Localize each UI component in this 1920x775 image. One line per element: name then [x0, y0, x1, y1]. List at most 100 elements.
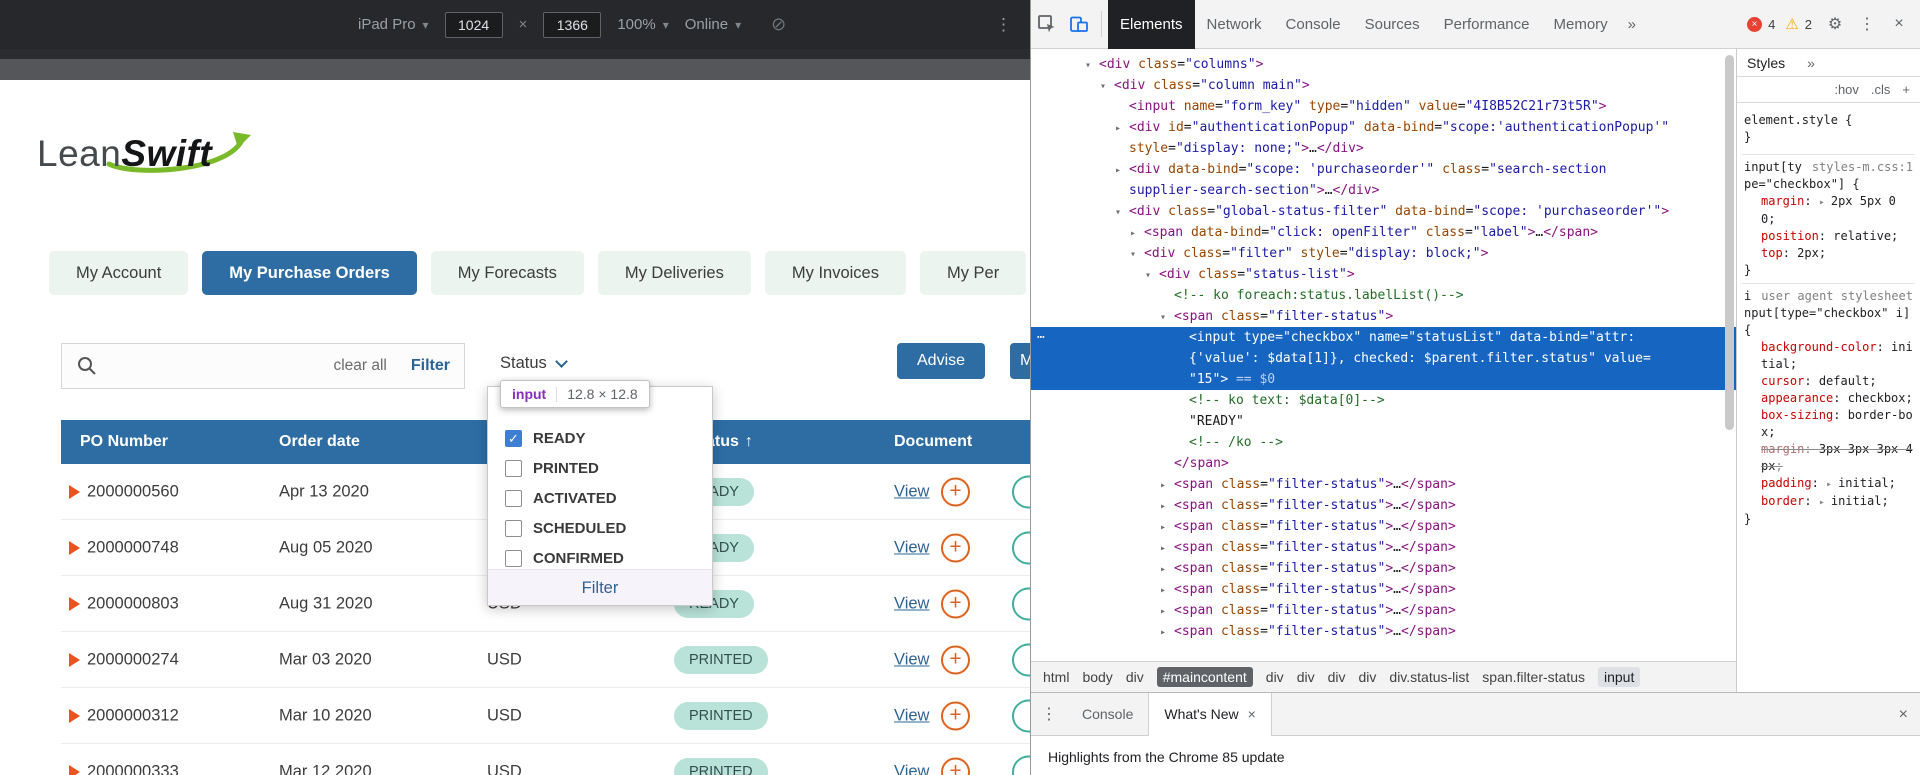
dom-tree-line[interactable]: ▸ <span class="filter-status">…</span> [1031, 537, 1736, 558]
expand-arrow-icon[interactable]: ▸ [1115, 160, 1129, 180]
add-icon[interactable] [941, 589, 970, 618]
devtools-menu-icon[interactable] [1854, 14, 1880, 34]
more-sidebar-tabs-icon[interactable] [1807, 55, 1815, 71]
new-style-rule-button[interactable]: + [1902, 82, 1910, 97]
status-option-activated[interactable]: ACTIVATED [505, 483, 704, 513]
breadcrumb-item-div-status-list[interactable]: div.status-list [1389, 669, 1469, 685]
status-option-scheduled[interactable]: SCHEDULED [505, 513, 704, 543]
nav-tab-my-account[interactable]: My Account [49, 251, 189, 295]
css-property-position[interactable]: position: relative; [1744, 228, 1913, 245]
status-filter-toggle[interactable]: Status [500, 354, 568, 373]
row-action-circle-icon[interactable] [1012, 699, 1030, 732]
scrollbar[interactable] [1725, 55, 1734, 430]
dom-tree-line[interactable]: ▾ <span class="filter-status"> [1031, 306, 1736, 327]
nav-tab-my-per[interactable]: My Per [919, 251, 1027, 295]
element-classes-button[interactable]: .cls [1871, 82, 1891, 97]
breadcrumb-item-html[interactable]: html [1043, 669, 1069, 685]
breadcrumb-item-div[interactable]: div [1266, 669, 1284, 685]
breadcrumb-item-div[interactable]: div [1328, 669, 1346, 685]
device-type-select[interactable]: iPad Pro [358, 16, 429, 33]
add-icon[interactable] [941, 701, 970, 730]
apply-filter-button[interactable]: Filter [488, 569, 712, 605]
css-property-margin[interactable]: margin: ▸ 2px 5px 0 0; [1744, 193, 1913, 228]
inspect-element-icon[interactable] [1031, 14, 1063, 34]
warning-icon[interactable] [1785, 15, 1798, 33]
drawer-tab-console[interactable]: Console [1067, 693, 1148, 736]
device-toolbar-menu-icon[interactable] [995, 15, 1012, 35]
toggle-element-state-button[interactable]: :hov [1834, 82, 1859, 97]
view-link[interactable]: View [894, 594, 929, 613]
add-icon[interactable] [941, 757, 970, 775]
dom-tree-line[interactable]: ▸ <span data-bind="click: openFilter" cla… [1031, 222, 1736, 243]
css-property-appearance[interactable]: appearance: checkbox; [1744, 390, 1913, 407]
element-style-rule[interactable]: element.style { } [1742, 108, 1915, 154]
collapse-arrow-icon[interactable]: ▾ [1085, 55, 1099, 75]
css-property-margin[interactable]: margin: 3px 3px 3px 4px; [1744, 441, 1913, 475]
view-link[interactable]: View [894, 538, 929, 557]
error-badge-icon[interactable] [1747, 16, 1763, 32]
view-link[interactable]: View [894, 482, 929, 501]
viewport-width-input[interactable]: 1024 [444, 11, 503, 38]
collapse-arrow-icon[interactable]: ▾ [1100, 76, 1114, 96]
dom-tree-line[interactable]: style="display: none;">…</div> [1031, 138, 1736, 159]
css-rule[interactable]: user agent stylesheet input[type="checkbo… [1742, 283, 1915, 532]
css-property-background-color[interactable]: background-color: initial; [1744, 339, 1913, 373]
css-property-top[interactable]: top: 2px; [1744, 245, 1913, 262]
advise-button[interactable]: Advise [897, 343, 986, 379]
css-property-box-sizing[interactable]: box-sizing: border-box; [1744, 407, 1913, 441]
css-property-border[interactable]: border: ▸ initial; [1744, 493, 1913, 511]
clipped-action-button[interactable]: M [1010, 343, 1030, 379]
expand-shorthand-icon[interactable]: ▸ [1819, 497, 1831, 508]
nav-tab-my-purchase-orders[interactable]: My Purchase Orders [202, 251, 417, 295]
expand-arrow-icon[interactable]: ▸ [1130, 223, 1144, 243]
row-expand-icon[interactable] [69, 540, 80, 555]
devtools-tab-sources[interactable]: Sources [1353, 0, 1432, 49]
expand-shorthand-icon[interactable]: ▸ [1826, 479, 1838, 490]
expand-arrow-icon[interactable]: ▸ [1160, 538, 1174, 558]
checkbox-unchecked-icon[interactable] [505, 519, 522, 537]
devtools-tab-performance[interactable]: Performance [1432, 0, 1542, 49]
css-rule[interactable]: styles-m.css:1 input[type="checkbox"] {ma… [1742, 154, 1915, 283]
sort-ascending-icon[interactable] [745, 433, 753, 450]
dom-tree-line[interactable]: ▾ <div class="status-list"> [1031, 264, 1736, 285]
nav-tab-my-invoices[interactable]: My Invoices [764, 251, 906, 295]
nav-tab-my-deliveries[interactable]: My Deliveries [597, 251, 751, 295]
devtools-tab-elements[interactable]: Elements [1108, 0, 1195, 49]
checkbox-checked-icon[interactable] [505, 429, 522, 447]
breadcrumb-item-span-filter-status[interactable]: span.filter-status [1482, 669, 1585, 685]
view-link[interactable]: View [894, 706, 929, 725]
expand-arrow-icon[interactable]: ▸ [1160, 475, 1174, 495]
view-link[interactable]: View [894, 762, 929, 775]
dom-tree-line[interactable]: <input name="form_key" type="hidden" val… [1031, 96, 1736, 117]
breadcrumb-item-div[interactable]: div [1297, 669, 1315, 685]
dom-tree-line[interactable]: ▸ <span class="filter-status">…</span> [1031, 600, 1736, 621]
settings-gear-icon[interactable] [1822, 14, 1848, 34]
dom-tree-line[interactable]: supplier-search-section">…</div> [1031, 180, 1736, 201]
network-throttle-select[interactable]: Online [685, 16, 741, 33]
dom-tree-line[interactable]: ▸ <span class="filter-status">…</span> [1031, 558, 1736, 579]
row-expand-icon[interactable] [69, 652, 80, 667]
collapse-arrow-icon[interactable]: ▾ [1145, 265, 1159, 285]
status-option-printed[interactable]: PRINTED [505, 453, 704, 483]
dom-tree-line[interactable]: ▾ <div class="filter" style="display: blo… [1031, 243, 1736, 264]
devtools-tab-memory[interactable]: Memory [1542, 0, 1620, 49]
breadcrumb-item-body[interactable]: body [1082, 669, 1112, 685]
expand-arrow-icon[interactable]: ▸ [1160, 622, 1174, 642]
devtools-tab-network[interactable]: Network [1195, 0, 1274, 49]
collapse-arrow-icon[interactable]: ▾ [1160, 307, 1174, 327]
breadcrumb-item-div[interactable]: div [1126, 669, 1144, 685]
dom-tree-line[interactable]: ▾ <div class="column main"> [1031, 75, 1736, 96]
row-action-circle-icon[interactable] [1012, 587, 1030, 620]
dom-tree-line[interactable]: ⋯ <input type="checkbox" name="statusList… [1031, 327, 1736, 348]
node-menu-icon[interactable]: ⋯ [1037, 327, 1046, 348]
row-expand-icon[interactable] [69, 596, 80, 611]
status-option-ready[interactable]: READY [505, 423, 704, 453]
checkbox-unchecked-icon[interactable] [505, 459, 522, 477]
dom-tree-line[interactable]: <!-- ko text: $data[0]--> [1031, 390, 1736, 411]
viewport-height-input[interactable]: 1366 [543, 11, 602, 38]
add-icon[interactable] [941, 477, 970, 506]
nav-tab-my-forecasts[interactable]: My Forecasts [430, 251, 584, 295]
dom-tree-line[interactable]: <!-- /ko --> [1031, 432, 1736, 453]
dom-tree-line[interactable]: "READY" [1031, 411, 1736, 432]
row-expand-icon[interactable] [69, 484, 80, 499]
